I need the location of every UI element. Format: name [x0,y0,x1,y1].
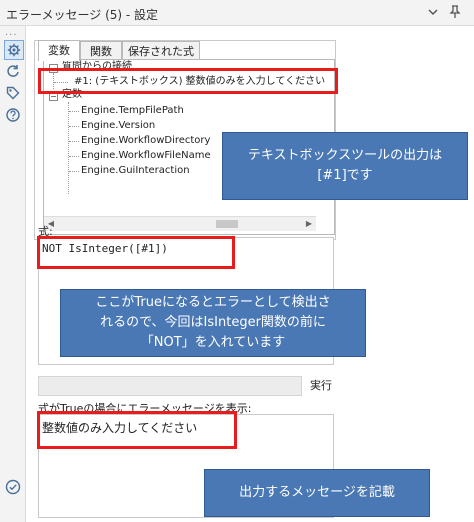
tree-constant-item[interactable]: Engine.WorkflowFileName [81,149,211,163]
callout-message-note: 出力するメッセージを記載 [204,469,430,517]
refresh-icon[interactable] [4,62,22,80]
tab-functions[interactable]: 関数 [80,41,122,60]
tag-icon[interactable] [4,84,22,102]
tree-constant-item[interactable]: Engine.GuiInteraction [81,164,190,178]
callout-output-variable-text: テキストボックスツールの出力は [#1]です [247,148,443,183]
callout-message-note-text: 出力するメッセージを記載 [239,485,395,500]
window-title: エラーメッセージ (5) - 設定 [6,8,159,22]
more-indicator: ... [5,27,18,38]
callout-not-explanation-text: ここがTrueになるとエラーとして検出さ れるので、今回はIsInteger関数… [95,295,331,350]
tree-constant-item[interactable]: Engine.WorkflowDirectory [81,134,210,148]
title-bar: エラーメッセージ (5) - 設定 [0,0,474,26]
tree-constants-header[interactable]: 定数 [62,88,82,102]
tab-saved-expressions[interactable]: 保存された式 [122,41,200,60]
pin-icon[interactable] [446,3,464,21]
scroll-right-icon[interactable]: ▶ [302,217,316,231]
callout-output-variable: テキストボックスツールの出力は [#1]です [222,132,468,200]
help-icon[interactable] [4,106,22,124]
tree-constant-item[interactable]: Engine.Version [81,119,155,133]
check-circle-icon [5,479,21,495]
tree-connection-item[interactable]: #1: (テキストボックス) 整数値のみを入力してください [74,75,325,89]
expression-text: NOT IsInteger([#1]) [42,242,168,255]
tab-variables[interactable]: 変数 [38,40,80,61]
left-toolbar: ... [0,26,26,522]
settings-panel: 変数 関数 保存された式 − 質問からの接続 #1: (テキストボックス) 整数… [26,26,474,522]
gear-icon[interactable] [4,40,24,60]
tree-horizontal-scrollbar[interactable]: ◀ ▶ [44,216,316,231]
execute-button[interactable]: 実行 [310,377,332,393]
tree-connection-header[interactable]: 質問からの接続 [62,60,132,74]
tree-constant-item[interactable]: Engine.TempFilePath [81,104,184,118]
callout-not-explanation: ここがTrueになるとエラーとして検出さ れるので、今回はIsInteger関数… [60,289,366,357]
chevron-down-icon[interactable] [424,3,442,21]
error-message-text: 整数値のみ入力してください [42,421,198,435]
execute-test-input[interactable] [38,376,302,396]
scroll-thumb[interactable] [216,220,238,228]
collapse-constants-icon[interactable]: − [49,92,58,101]
collapse-connection-icon[interactable]: − [49,64,58,73]
